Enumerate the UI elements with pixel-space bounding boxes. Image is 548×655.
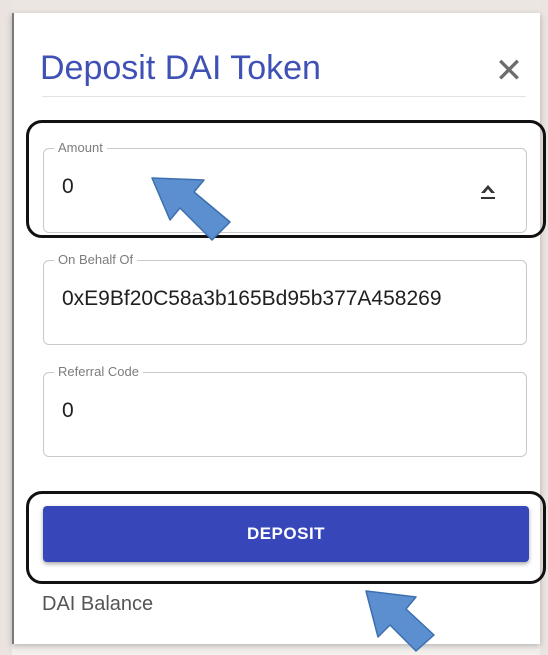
- arrow-pointer-icon: [151, 177, 231, 241]
- dai-balance-label: DAI Balance: [42, 593, 154, 615]
- amount-highlight-outline: [26, 120, 546, 238]
- referral-code-input[interactable]: [62, 399, 502, 423]
- dialog-title: Deposit DAI Token: [40, 49, 321, 87]
- deposit-highlight-outline: [26, 491, 546, 584]
- title-divider: [42, 96, 526, 97]
- referral-code-label: Referral Code: [54, 364, 143, 380]
- close-icon[interactable]: ✕: [489, 51, 529, 91]
- on-behalf-of-field[interactable]: On Behalf Of: [43, 252, 527, 345]
- background-window-left: [0, 0, 12, 655]
- referral-code-field[interactable]: Referral Code: [43, 364, 527, 457]
- arrow-pointer-icon: [365, 590, 435, 652]
- background-window-top: [0, 0, 548, 14]
- on-behalf-of-label: On Behalf Of: [54, 252, 138, 268]
- on-behalf-of-input[interactable]: [62, 287, 522, 311]
